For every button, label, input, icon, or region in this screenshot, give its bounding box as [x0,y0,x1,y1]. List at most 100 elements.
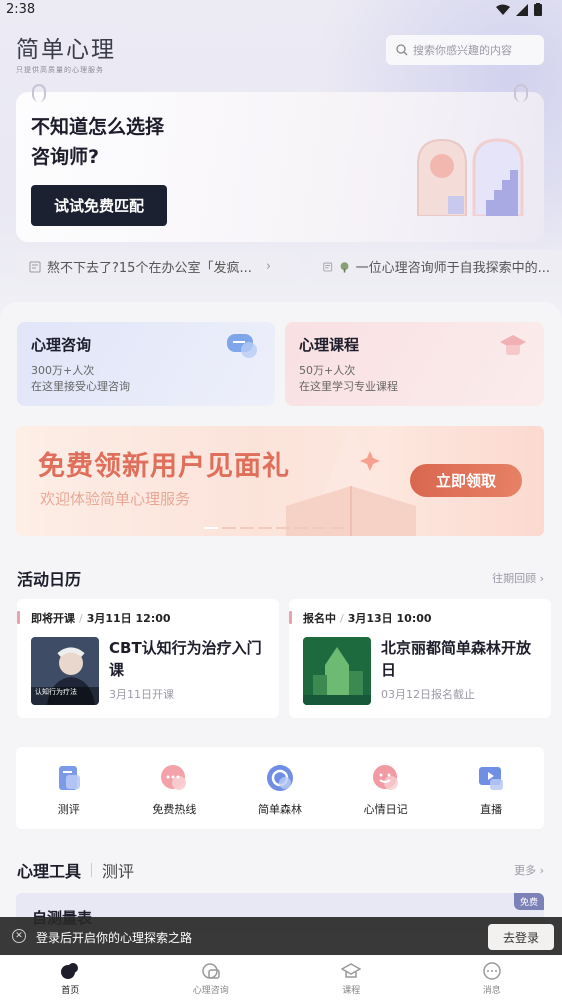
activity-calendar-title: 活动日历 [17,570,82,589]
more-tools-link[interactable]: 更多 › [514,862,544,878]
nav-label: 心理咨询 [192,986,229,996]
hero-question-line1: 不知道怎么选择 [31,116,165,138]
quick-entry-grid: 测评 免费热线 简单森林 心情日记 直播 [16,747,544,829]
nav-label: 课程 [342,986,361,996]
quick-entry-live[interactable]: 直播 [446,763,536,817]
past-events-label: 往期回顾 [492,572,537,585]
nav-home[interactable]: 首页 [25,962,115,996]
pager-dot [276,527,290,529]
status-marker [17,611,20,624]
thumbnail-caption: 认知行为疗法 [35,688,77,696]
divider: / [79,612,83,625]
nav-label: 消息 [482,986,501,996]
chat-bubble-icon [161,765,187,790]
tab-assessment[interactable]: 测评 [102,858,134,882]
tab-divider [91,863,93,877]
login-prompt-bar: ✕ 登录后开启你的心理探索之路 去登录 [0,917,562,955]
quick-entry-label: 心情日记 [363,803,408,816]
course-card[interactable]: 心理课程 50万+人次 在这里学习专业课程 [285,322,544,406]
quick-entry-mood-diary[interactable]: 心情日记 [341,763,431,817]
banner-subline: 欢迎体验简单心理服务 [40,490,191,508]
claim-now-button[interactable]: 立即领取 [410,464,522,497]
live-icon [479,767,504,790]
search-placeholder: 搜索你感兴趣的内容 [413,44,512,57]
ticker-text: 一位心理咨询师于自我探索中的... [355,261,550,276]
app-logo: 简单心理 只提供高质量的心理服务 [16,30,116,75]
bottom-nav: 首页 心理咨询 课程 消息 [0,955,562,1003]
past-events-link[interactable]: 往期回顾 › [492,570,544,586]
status-time: 2:38 [6,2,36,17]
quick-entry-label: 免费热线 [152,803,197,816]
activity-date: 3月11日 12:00 [86,612,171,625]
consult-icon [202,963,220,979]
new-user-gift-banner[interactable]: 免费领新用户见面礼 欢迎体验简单心理服务 立即领取 [16,426,544,536]
pager-dot [294,527,308,529]
ticker-text: 熬不下去了?15个在办公室「发疯... [47,261,252,276]
pager-dot-active [204,527,218,529]
tab-tools[interactable]: 心理工具 [17,858,81,882]
logo-slogan: 只提供高质量的心理服务 [16,66,104,74]
quick-entry-label: 简单森林 [257,803,302,816]
quick-entry-assessment[interactable]: 测评 [24,763,114,817]
login-button[interactable]: 去登录 [488,924,554,950]
hook-deco [32,84,46,102]
activity-card[interactable]: 报名中 /3月13日 10:00 北京丽都简单森林开放日 03月12日报名截止 [289,599,551,718]
home-icon [61,963,79,979]
chevron-right-icon: › [539,572,544,585]
pager-dot [222,527,236,529]
more-label: 更多 [514,864,537,877]
activity-status: 报名中 [303,612,336,625]
activity-title: CBT认知行为治疗入门课 [109,639,262,679]
status-icons [496,3,542,16]
logo-text: 简单心理 [16,37,116,63]
article-ticker-item[interactable]: 一位心理咨询师于自我探索中的... [311,250,562,283]
course-card-title: 心理课程 [299,336,360,354]
wifi-icon [496,4,510,15]
arch-doors-illustration [417,138,524,216]
activity-status: 即将开课 [31,612,75,625]
forest-icon [266,765,293,791]
battery-icon [534,3,542,16]
course-card-desc: 在这里学习专业课程 [299,380,398,393]
activity-thumbnail: 认知行为疗法 [31,637,99,705]
chevron-right-icon: › [539,864,544,877]
quick-entry-hotline[interactable]: 免费热线 [129,763,219,817]
chevron-right-icon: › [265,259,272,274]
course-card-count: 50万+人次 [299,364,356,377]
hero-question: 不知道怎么选择 咨询师? [31,112,164,172]
clipboard-icon [58,766,80,790]
consult-card[interactable]: 心理咨询 300万+人次 在这里接受心理咨询 [17,322,275,406]
activity-header: 报名中 /3月13日 10:00 [303,610,432,626]
tree-icon [340,261,349,273]
document-icon [323,262,333,271]
consult-card-desc: 在这里接受心理咨询 [31,380,130,393]
status-bar: 2:38 [0,0,562,22]
nav-course[interactable]: 课程 [306,962,396,996]
pager-dot [240,527,254,529]
chat-bubble-icon [227,334,257,358]
quick-entry-label: 直播 [480,803,503,816]
smile-icon [372,765,398,790]
signal-icon [516,3,528,16]
activity-card[interactable]: 即将开课 /3月11日 12:00 认知行为疗法 CBT认知行为治疗入门课 3月1… [17,599,279,718]
match-hero-card[interactable]: 不知道怎么选择 咨询师? 试试免费匹配 [16,84,544,242]
pager-dot [330,527,344,529]
nav-message[interactable]: 消息 [447,962,537,996]
graduation-cap-icon [500,335,526,355]
search-icon [396,44,408,56]
nav-label: 首页 [61,986,80,996]
consult-card-count: 300万+人次 [31,364,95,377]
nav-consult[interactable]: 心理咨询 [166,962,256,996]
tools-tabs: 心理工具 测评 [17,858,134,882]
article-ticker-item[interactable]: 熬不下去了?15个在办公室「发疯... › [17,250,300,283]
free-match-button[interactable]: 试试免费匹配 [31,185,167,226]
activity-note: 03月12日报名截止 [381,688,475,701]
message-icon [483,962,501,980]
activity-date: 3月13日 10:00 [347,612,432,625]
free-badge: 免费 [513,893,544,910]
close-icon[interactable]: ✕ [12,929,26,943]
banner-pager [204,527,344,529]
quick-entry-forest[interactable]: 简单森林 [235,763,325,817]
login-prompt-text: 登录后开启你的心理探索之路 [36,931,193,945]
search-box[interactable]: 搜索你感兴趣的内容 [386,35,544,65]
